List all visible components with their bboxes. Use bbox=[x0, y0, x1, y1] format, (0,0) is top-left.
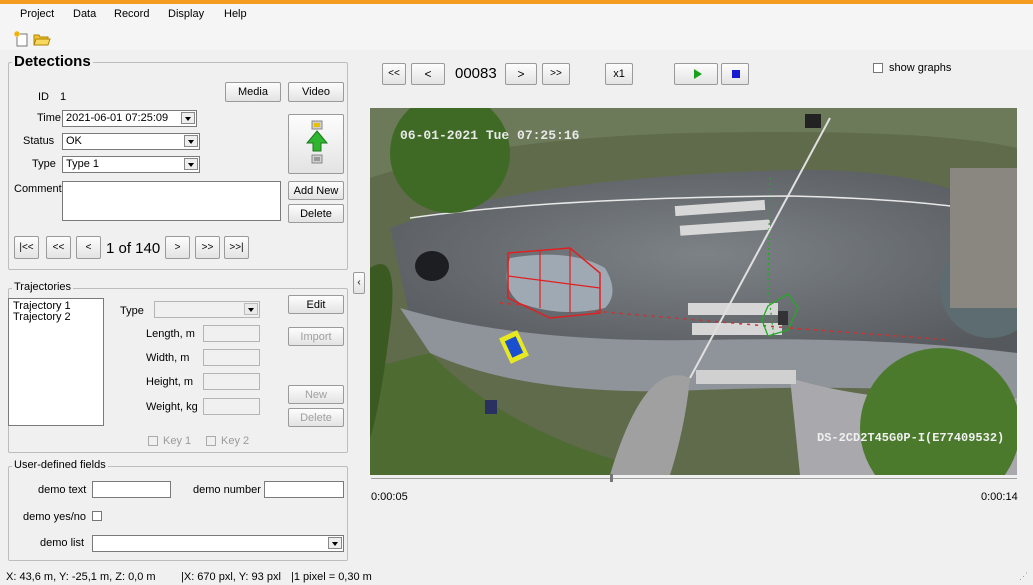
camera-label: DS-2CD2T45G0P-I(E77409532) bbox=[817, 431, 1005, 445]
weight-label: Weight, kg bbox=[146, 401, 198, 413]
scale-info: |1 pixel = 0,30 m bbox=[291, 571, 372, 583]
world-coords: X: 43,6 m, Y: -25,1 m, Z: 0,0 m bbox=[6, 571, 156, 583]
collapse-panel-button[interactable]: ‹ bbox=[353, 272, 365, 294]
last-frame-button[interactable]: >> bbox=[542, 63, 570, 85]
import-button[interactable]: Import bbox=[288, 327, 344, 346]
trajectory-type-dropdown[interactable] bbox=[154, 301, 260, 318]
chevron-down-icon[interactable] bbox=[184, 135, 198, 147]
type-dropdown[interactable]: Type 1 bbox=[62, 156, 200, 173]
media-button[interactable]: Media bbox=[225, 82, 281, 102]
timeline-track[interactable] bbox=[371, 478, 1017, 479]
status-label: Status bbox=[23, 135, 55, 147]
time-end: 0:00:14 bbox=[981, 491, 1018, 503]
add-new-button[interactable]: Add New bbox=[288, 181, 344, 200]
user-fields-title: User-defined fields bbox=[12, 459, 108, 471]
next-frame-button[interactable]: > bbox=[505, 63, 537, 85]
chevron-down-icon[interactable] bbox=[184, 158, 198, 170]
key2-checkbox[interactable] bbox=[206, 436, 216, 446]
menu-record[interactable]: Record bbox=[114, 8, 149, 20]
toolbar bbox=[0, 26, 1033, 50]
menu-project[interactable]: Project bbox=[20, 8, 54, 20]
video-timestamp: 06-01-2021 Tue 07:25:16 bbox=[400, 128, 580, 143]
prev-fast-detection-button[interactable]: << bbox=[46, 236, 71, 259]
chevron-down-icon[interactable] bbox=[181, 112, 195, 124]
delete-trajectory-button[interactable]: Delete bbox=[288, 408, 344, 427]
type-value: Type 1 bbox=[66, 158, 100, 170]
play-button[interactable] bbox=[674, 63, 718, 85]
demo-number-field[interactable] bbox=[264, 481, 344, 498]
type-label: Type bbox=[32, 158, 56, 170]
key1-checkbox[interactable] bbox=[148, 436, 158, 446]
next-detection-button[interactable]: > bbox=[165, 236, 190, 259]
id-value: 1 bbox=[60, 91, 67, 103]
open-folder-icon[interactable] bbox=[33, 31, 51, 46]
delete-detection-button[interactable]: Delete bbox=[288, 204, 344, 223]
demo-yesno-checkbox[interactable] bbox=[92, 511, 102, 521]
key2-label: Key 2 bbox=[221, 435, 250, 447]
detections-title: Detections bbox=[12, 53, 93, 70]
length-field[interactable] bbox=[203, 325, 260, 342]
first-detection-button[interactable]: |<< bbox=[14, 236, 39, 259]
chevron-down-icon[interactable] bbox=[328, 537, 342, 549]
video-frame[interactable]: 06-01-2021 Tue 07:25:16 DS-2CD2T45G0P-I(… bbox=[370, 108, 1017, 475]
time-picker[interactable]: 2021-06-01 07:25:09 bbox=[62, 110, 197, 127]
status-dropdown[interactable]: OK bbox=[62, 133, 200, 150]
width-label: Width, m bbox=[146, 352, 190, 364]
demo-text-field[interactable] bbox=[92, 481, 171, 498]
key1-label: Key 1 bbox=[163, 435, 192, 447]
resize-grip-icon[interactable]: ⋰ bbox=[1019, 571, 1028, 582]
demo-yesno-label: demo yes/no bbox=[23, 511, 86, 523]
demo-list-dropdown[interactable] bbox=[92, 535, 344, 552]
menu-bar: Project Data Record Display Help bbox=[0, 4, 1033, 26]
frame-counter: 00083 bbox=[455, 65, 497, 82]
move-up-button[interactable] bbox=[288, 114, 344, 174]
new-project-icon[interactable] bbox=[14, 31, 30, 47]
list-item[interactable]: Trajectory 2 bbox=[9, 312, 103, 323]
first-frame-button[interactable]: << bbox=[382, 63, 406, 85]
width-field[interactable] bbox=[203, 349, 260, 366]
video-button[interactable]: Video bbox=[288, 82, 344, 102]
trajectories-title: Trajectories bbox=[12, 281, 74, 293]
menu-data[interactable]: Data bbox=[73, 8, 96, 20]
timeline-thumb[interactable] bbox=[610, 474, 614, 482]
chevron-left-icon: ‹ bbox=[357, 277, 361, 288]
menu-help[interactable]: Help bbox=[224, 8, 247, 20]
last-detection-button[interactable]: >>| bbox=[224, 236, 249, 259]
chevron-down-icon[interactable] bbox=[244, 303, 258, 315]
next-fast-detection-button[interactable]: >> bbox=[195, 236, 220, 259]
id-label: ID bbox=[38, 91, 49, 103]
detection-counter: 1 of 140 bbox=[106, 240, 161, 257]
time-start: 0:00:05 bbox=[371, 491, 408, 503]
show-graphs-checkbox[interactable] bbox=[873, 63, 883, 73]
status-bar: X: 43,6 m, Y: -25,1 m, Z: 0,0 m |X: 670 … bbox=[0, 568, 1033, 585]
stop-button[interactable] bbox=[721, 63, 749, 85]
trajectory-list[interactable]: Trajectory 1 Trajectory 2 bbox=[8, 298, 104, 426]
menu-display[interactable]: Display bbox=[168, 8, 204, 20]
edit-trajectory-button[interactable]: Edit bbox=[288, 295, 344, 314]
comment-label: Comment bbox=[14, 183, 62, 195]
speed-button[interactable]: x1 bbox=[605, 63, 633, 85]
pixel-coords: |X: 670 pxl, Y: 93 pxl bbox=[181, 571, 281, 583]
show-graphs-label: show graphs bbox=[889, 62, 952, 74]
prev-frame-button[interactable]: < bbox=[411, 63, 445, 85]
demo-text-label: demo text bbox=[38, 484, 87, 496]
height-label: Height, m bbox=[146, 376, 194, 388]
prev-detection-button[interactable]: < bbox=[76, 236, 101, 259]
length-label: Length, m bbox=[146, 328, 195, 340]
demo-list-label: demo list bbox=[40, 537, 85, 549]
demo-number-label: demo number bbox=[193, 484, 261, 496]
time-value: 2021-06-01 07:25:09 bbox=[66, 112, 169, 124]
play-icon bbox=[694, 69, 702, 79]
camera-scene bbox=[370, 108, 1017, 475]
time-label: Time bbox=[37, 112, 62, 124]
arrow-up-icon bbox=[305, 120, 329, 164]
stop-icon bbox=[732, 70, 740, 78]
height-field[interactable] bbox=[203, 373, 260, 390]
status-value: OK bbox=[66, 135, 82, 147]
trajectory-type-label: Type bbox=[120, 305, 144, 317]
new-trajectory-button[interactable]: New bbox=[288, 385, 344, 404]
comment-field[interactable] bbox=[62, 181, 281, 221]
weight-field[interactable] bbox=[203, 398, 260, 415]
